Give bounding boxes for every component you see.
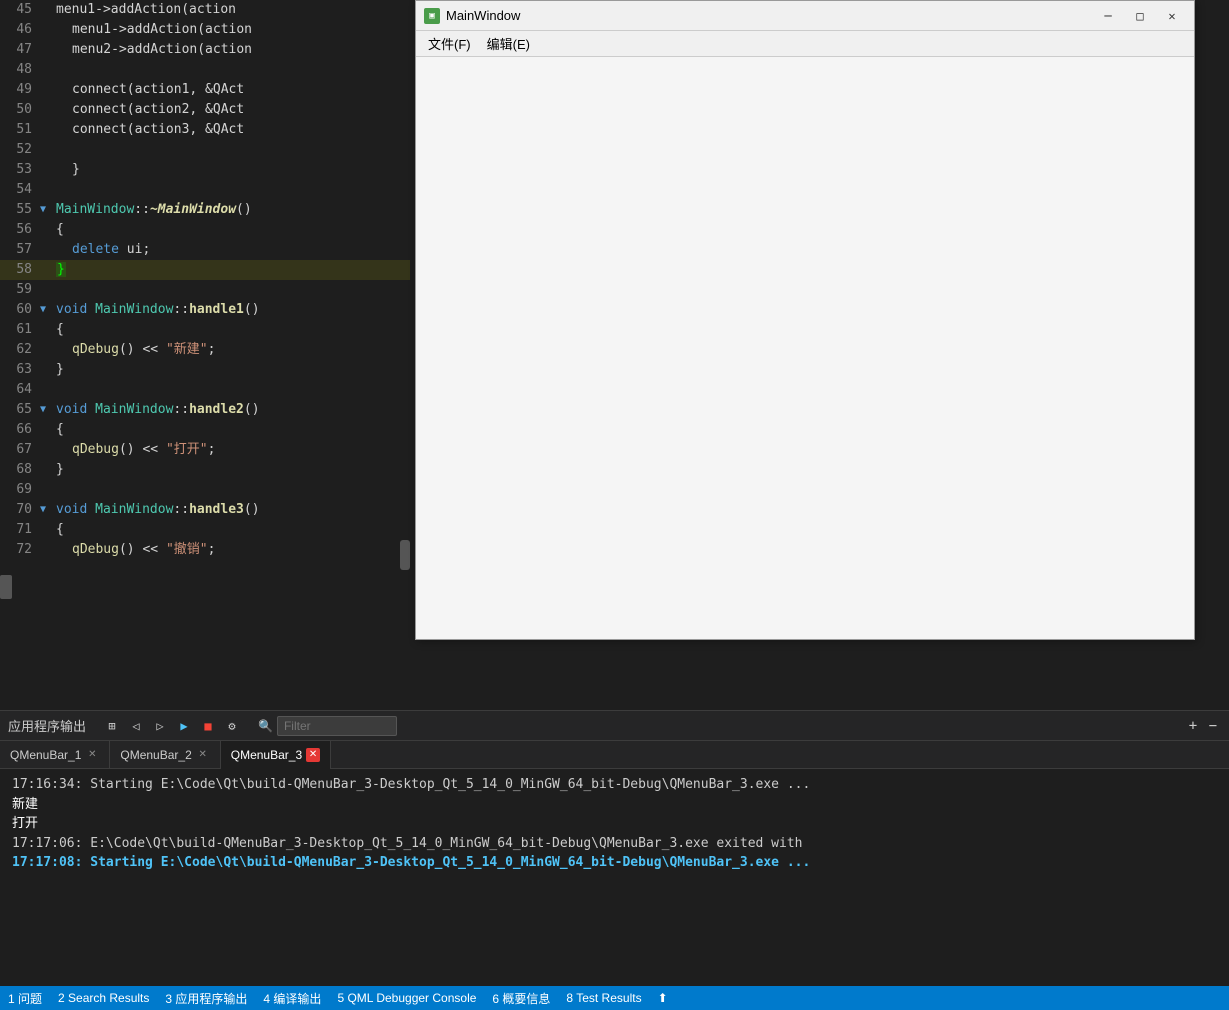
qt-titlebar-buttons: ─ □ ✕ <box>1094 6 1186 26</box>
tab-1-close[interactable]: ✕ <box>85 748 99 762</box>
code-line-61: 61 { <box>0 320 410 340</box>
toolbar-icon-stop[interactable]: ■ <box>198 716 218 736</box>
tab-qmenubar-2[interactable]: QMenuBar_2 ✕ <box>110 741 220 769</box>
code-editor: 45 menu1->addAction(action 46 menu1->add… <box>0 0 410 710</box>
qt-menubar: 文件(F) 编辑(E) <box>416 31 1194 57</box>
qt-maximize-button[interactable]: □ <box>1126 6 1154 26</box>
scroll-left-indicator[interactable] <box>0 575 12 599</box>
qt-close-button[interactable]: ✕ <box>1158 6 1186 26</box>
code-line-68: 68 } <box>0 460 410 480</box>
tab-2-close[interactable]: ✕ <box>196 748 210 762</box>
code-line-49: 49 connect(action1, &QAct <box>0 80 410 100</box>
app-output-title: 应用程序输出 <box>8 716 86 735</box>
code-line-72: 72 qDebug() << "撤销"; <box>0 540 410 560</box>
toolbar-icon-settings[interactable]: ⚙ <box>222 716 242 736</box>
code-line-55: 55 ▼ MainWindow::~MainWindow() <box>0 200 410 220</box>
code-line-59: 59 <box>0 280 410 300</box>
qt-window-content <box>416 57 1194 639</box>
code-lines: 45 menu1->addAction(action 46 menu1->add… <box>0 0 410 710</box>
filter-area: 🔍 <box>258 716 397 736</box>
code-line-71: 71 { <box>0 520 410 540</box>
output-line-3: 17:17:08: Starting E:\Code\Qt\build-QMen… <box>12 853 1217 873</box>
tab-3-close[interactable]: ✕ <box>306 748 320 762</box>
code-line-64: 64 <box>0 380 410 400</box>
code-line-57: 57 delete ui; <box>0 240 410 260</box>
qt-window-title: MainWindow <box>446 8 1094 23</box>
output-line-2: 17:17:06: E:\Code\Qt\build-QMenuBar_3-De… <box>12 834 1217 854</box>
code-line-53: 53 } <box>0 160 410 180</box>
scrollbar-thumb[interactable] <box>400 540 410 570</box>
code-line-48: 48 <box>0 60 410 80</box>
bottom-panel: 应用程序输出 ⊞ ◁ ▷ ▶ ■ ⚙ 🔍 + − QMenuBar_1 ✕ QM… <box>0 710 1229 1010</box>
minus-button[interactable]: − <box>1205 718 1221 734</box>
status-test-results[interactable]: 8 Test Results <box>566 991 641 1005</box>
code-line-45: 45 menu1->addAction(action <box>0 0 410 20</box>
code-line-47: 47 menu2->addAction(action <box>0 40 410 60</box>
qt-titlebar: ▣ MainWindow ─ □ ✕ <box>416 1 1194 31</box>
tab-qmenubar-3[interactable]: QMenuBar_3 ✕ <box>221 741 331 769</box>
status-qml-debugger[interactable]: 5 QML Debugger Console <box>337 991 476 1005</box>
output-content: 17:16:34: Starting E:\Code\Qt\build-QMen… <box>0 769 1229 1008</box>
filter-search-icon: 🔍 <box>258 719 273 733</box>
code-line-46: 46 menu1->addAction(action <box>0 20 410 40</box>
code-line-70: 70 ▼ void MainWindow::handle3() <box>0 500 410 520</box>
status-overview[interactable]: 6 概要信息 <box>492 990 550 1007</box>
toolbar-icons: ⊞ ◁ ▷ ▶ ■ ⚙ <box>102 716 242 736</box>
status-search-results[interactable]: 2 Search Results <box>58 991 149 1005</box>
toolbar-icon-next[interactable]: ▷ <box>150 716 170 736</box>
code-line-62: 62 qDebug() << "新建"; <box>0 340 410 360</box>
app-output-header: 应用程序输出 ⊞ ◁ ▷ ▶ ■ ⚙ 🔍 + − <box>0 711 1229 741</box>
toolbar-icon-prev[interactable]: ◁ <box>126 716 146 736</box>
plus-minus-buttons: + − <box>1185 718 1221 734</box>
qt-preview-window: ▣ MainWindow ─ □ ✕ 文件(F) 编辑(E) <box>415 0 1195 640</box>
toolbar-icon-run[interactable]: ▶ <box>174 716 194 736</box>
output-line-1: 17:16:34: Starting E:\Code\Qt\build-QMen… <box>12 775 1217 795</box>
status-compile-output[interactable]: 4 编译输出 <box>263 990 321 1007</box>
qt-menu-edit[interactable]: 编辑(E) <box>479 33 538 55</box>
qt-menu-file[interactable]: 文件(F) <box>420 33 479 55</box>
code-line-60: 60 ▼ void MainWindow::handle1() <box>0 300 410 320</box>
qt-app-icon: ▣ <box>424 8 440 24</box>
code-line-65: 65 ▼ void MainWindow::handle2() <box>0 400 410 420</box>
status-arrow[interactable]: ⬆ <box>658 991 668 1005</box>
code-line-69: 69 <box>0 480 410 500</box>
code-line-58: 58 } <box>0 260 410 280</box>
tab-qmenubar-1[interactable]: QMenuBar_1 ✕ <box>0 741 110 769</box>
code-line-66: 66 { <box>0 420 410 440</box>
status-bar: 1 问题 2 Search Results 3 应用程序输出 4 编译输出 5 … <box>0 986 1229 1010</box>
qt-minimize-button[interactable]: ─ <box>1094 6 1122 26</box>
code-line-52: 52 <box>0 140 410 160</box>
code-line-50: 50 connect(action2, &QAct <box>0 100 410 120</box>
plus-button[interactable]: + <box>1185 718 1201 734</box>
filter-input[interactable] <box>277 716 397 736</box>
status-app-output[interactable]: 3 应用程序输出 <box>165 990 247 1007</box>
code-line-56: 56 { <box>0 220 410 240</box>
output-line-open: 打开 <box>12 814 1217 834</box>
code-line-54: 54 <box>0 180 410 200</box>
status-problems[interactable]: 1 问题 <box>8 990 42 1007</box>
code-line-63: 63 } <box>0 360 410 380</box>
toolbar-icon-grid[interactable]: ⊞ <box>102 716 122 736</box>
code-line-51: 51 connect(action3, &QAct <box>0 120 410 140</box>
code-line-67: 67 qDebug() << "打开"; <box>0 440 410 460</box>
output-line-new: 新建 <box>12 795 1217 815</box>
tabs-bar: QMenuBar_1 ✕ QMenuBar_2 ✕ QMenuBar_3 ✕ <box>0 741 1229 769</box>
